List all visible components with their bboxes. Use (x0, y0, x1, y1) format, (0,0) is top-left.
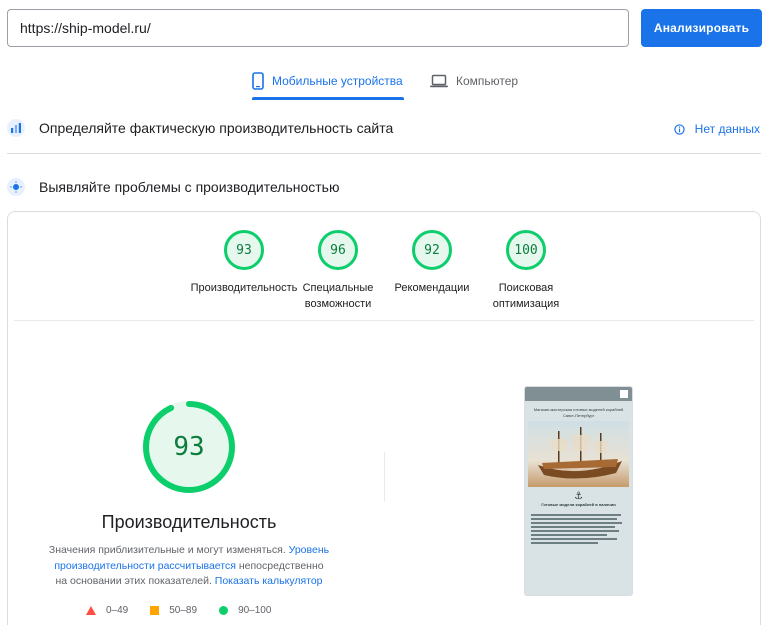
desc-text: Значения приблизительные и могут изменят… (48, 544, 289, 556)
laptop-icon (430, 74, 448, 88)
gauge-score: 100 (506, 230, 546, 270)
gauge-score: 93 (224, 230, 264, 270)
performance-gauge: 93 (141, 399, 237, 495)
square-icon (150, 606, 160, 615)
device-tabs: Мобильные устройства Компьютер (0, 62, 768, 100)
page-screenshot: Магазин-мастерская готовых моделей кораб… (524, 386, 633, 596)
gauge-seo[interactable]: 100 Поисковая оптимизация (471, 230, 581, 312)
tab-mobile-label: Мобильные устройства (272, 74, 403, 88)
legend-average: 50–89 (150, 605, 197, 616)
lab-data-header: Выявляйте проблемы с производительностью (7, 178, 339, 196)
show-calculator-link[interactable]: Показать калькулятор (215, 575, 323, 587)
legend-label: 0–49 (106, 605, 129, 616)
preview-header (525, 387, 632, 401)
ship-image (528, 421, 629, 487)
score-legend: 0–49 50–89 90–100 (86, 605, 293, 616)
gauge-score: 92 (412, 230, 452, 270)
tab-desktop-label: Компьютер (456, 74, 519, 88)
tab-desktop[interactable]: Компьютер (430, 62, 518, 100)
lab-data-title: Выявляйте проблемы с производительностью (39, 179, 340, 195)
url-input[interactable] (7, 9, 629, 47)
lighthouse-icon (7, 178, 25, 196)
tab-mobile[interactable]: Мобильные устройства (252, 62, 404, 100)
preview-hero-text: Магазин-мастерская готовых моделей кораб… (533, 407, 624, 418)
preview-text-lines (525, 508, 632, 550)
info-icon (673, 123, 685, 135)
score-gauges: 93 Производительность 96 Специальные воз… (8, 230, 760, 320)
gauge-score: 96 (318, 230, 358, 270)
anchor-icon: ⚓ (574, 491, 583, 502)
legend-label: 50–89 (169, 605, 198, 616)
chart-icon (7, 119, 25, 137)
field-data-header: Определяйте фактическую производительнос… (7, 119, 393, 137)
legend-fail: 0–49 (86, 605, 128, 616)
menu-icon (620, 390, 628, 398)
performance-title: Производительность (101, 512, 277, 532)
phone-icon (252, 72, 264, 90)
triangle-icon (86, 606, 96, 615)
gauge-label: Поисковая оптимизация (492, 282, 560, 310)
no-data-label: Нет данных (694, 122, 760, 136)
divider (7, 153, 761, 154)
performance-score: 93 (173, 432, 205, 462)
circle-icon (219, 606, 229, 615)
divider (384, 452, 385, 502)
no-data-status[interactable]: Нет данных (673, 122, 760, 136)
performance-description: Значения приблизительные и могут изменят… (48, 543, 330, 590)
report-card: 93 Производительность 96 Специальные воз… (7, 211, 761, 625)
analyze-button[interactable]: Анализировать (641, 9, 762, 47)
field-data-title: Определяйте фактическую производительнос… (39, 120, 394, 136)
divider (14, 320, 754, 321)
legend-pass: 90–100 (219, 605, 271, 616)
legend-label: 90–100 (238, 605, 272, 616)
